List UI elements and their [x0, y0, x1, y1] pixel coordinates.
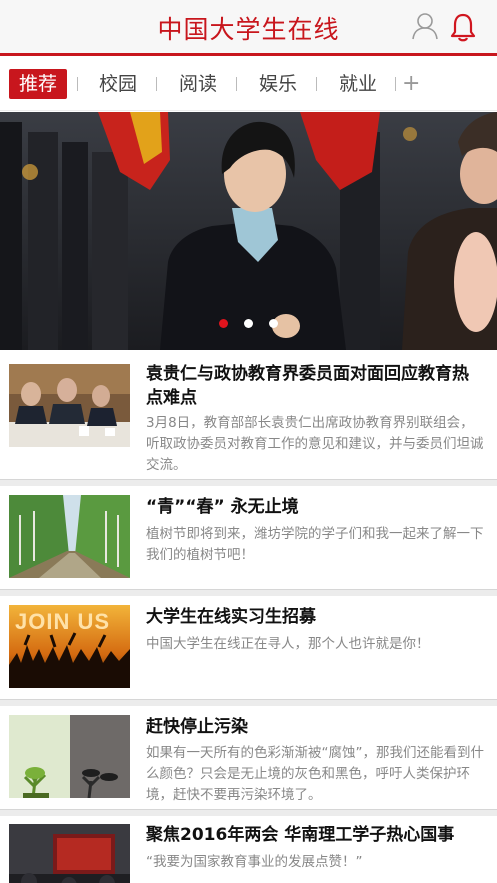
news-thumbnail — [9, 824, 130, 883]
bell-icon[interactable] — [450, 12, 476, 42]
tab-separator — [395, 77, 396, 91]
news-item[interactable]: 赶快停止污染 如果有一天所有的色彩渐渐被“腐蚀”，那我们还能看到什么颜色？只会是… — [0, 706, 497, 810]
news-title: 赶快停止污染 — [146, 717, 248, 737]
news-title: “青”“春” 永无止境 — [146, 497, 299, 517]
news-title: 大学生在线实习生招募 — [146, 607, 316, 627]
carousel-indicator — [0, 319, 497, 328]
news-summary: 如果有一天所有的色彩渐渐被“腐蚀”，那我们还能看到什么颜色？只会是无止境的灰色和… — [146, 745, 484, 803]
news-item[interactable]: 聚焦2016年两会 华南理工学子热心国事 “我要为国家教育事业的发展点赞！” — [0, 816, 497, 883]
banner-photo — [0, 112, 497, 350]
tab-separator — [316, 77, 317, 91]
news-thumbnail — [9, 364, 130, 447]
carousel-dot[interactable] — [219, 319, 228, 328]
news-summary: “我要为国家教育事业的发展点赞！” — [146, 854, 363, 870]
tab-reading[interactable]: 阅读 — [170, 69, 226, 99]
news-summary: 中国大学生在线正在寻人，那个人也许就是你！ — [146, 636, 430, 652]
news-thumbnail: JOIN US — [9, 605, 130, 688]
category-tab-bar: 推荐 校园 阅读 娱乐 就业 + — [0, 59, 497, 111]
tab-separator — [156, 77, 157, 91]
news-thumbnail — [9, 495, 130, 578]
news-thumbnail — [9, 715, 130, 798]
news-title: 袁贵仁与政协教育界委员面对面回应教育热点难点 — [146, 364, 469, 408]
news-item[interactable]: “青”“春” 永无止境 植树节即将到来，潍坊学院的学子们和我一起来了解一下我们的… — [0, 486, 497, 590]
carousel-dot[interactable] — [269, 319, 278, 328]
news-summary: 植树节即将到来，潍坊学院的学子们和我一起来了解一下我们的植树节吧！ — [146, 526, 484, 563]
add-tab-button[interactable]: + — [402, 69, 420, 99]
tab-employment[interactable]: 就业 — [330, 69, 386, 99]
news-title: 聚焦2016年两会 华南理工学子热心国事 — [146, 825, 455, 845]
news-item[interactable]: 袁贵仁与政协教育界委员面对面回应教育热点难点 3月8日，教育部部长袁贵仁出席政协… — [0, 350, 497, 480]
tab-entertainment[interactable]: 娱乐 — [250, 69, 306, 99]
news-summary: 3月8日，教育部部长袁贵仁出席政协教育界别联组会，听取政协委员对教育工作的意见和… — [146, 415, 484, 473]
carousel-dot[interactable] — [244, 319, 253, 328]
banner-carousel[interactable] — [0, 112, 497, 350]
tab-campus[interactable]: 校园 — [90, 69, 146, 99]
tab-separator — [77, 77, 78, 91]
crowd-silhouette — [9, 632, 130, 688]
tab-separator — [236, 77, 237, 91]
user-icon[interactable] — [412, 12, 438, 40]
news-item[interactable]: JOIN US 大学生在线实习生招募 中国大学生在线正在寻人，那个人也许就是你！ — [0, 596, 497, 700]
tab-recommend[interactable]: 推荐 — [9, 69, 67, 99]
app-header: 中国大学生在线 — [0, 0, 497, 56]
